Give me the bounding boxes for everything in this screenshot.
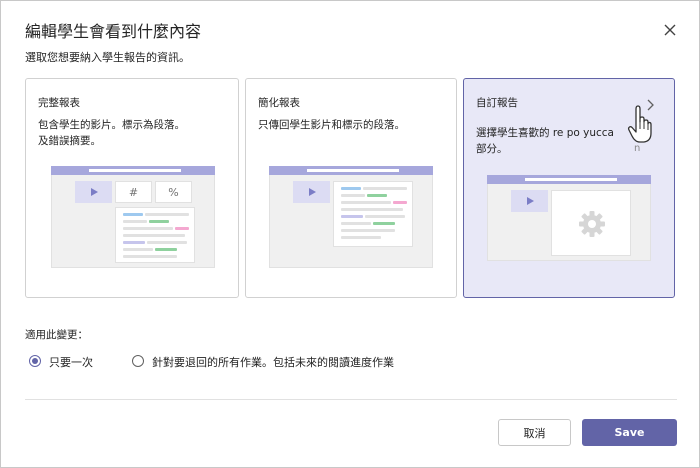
divider [25, 399, 677, 400]
play-icon [293, 181, 330, 203]
dialog: 編輯學生會看到什麼內容 選取您想要納入學生報告的資訊。 完整報表 包含學生的影片… [0, 0, 700, 468]
card-description: 只傳回學生影片和標示的段落。 [258, 119, 405, 131]
card-title: 自訂報告 [476, 97, 518, 109]
passage-box [333, 181, 413, 247]
video-thumbnail [75, 181, 112, 203]
percent-tile: % [155, 181, 192, 203]
card-description: 選擇學生喜歡的 re po yucca 部分。 [476, 127, 614, 155]
option-card-simplified-report[interactable]: 簡化報表 只傳回學生影片和標示的段落。 [245, 78, 457, 298]
card-title: 完整報表 [38, 97, 80, 109]
gear-icon [579, 211, 605, 237]
full-report-illustration: # % [51, 166, 215, 268]
settings-box [551, 190, 631, 256]
video-thumbnail [511, 190, 548, 212]
play-icon [511, 190, 548, 212]
option-card-custom-report[interactable]: 自訂報告 選擇學生喜歡的 re po yucca 部分。 n [463, 78, 675, 298]
custom-report-illustration [487, 175, 651, 261]
radio-only-once[interactable]: 只要一次 [29, 355, 129, 371]
hash-tile: # [115, 181, 152, 203]
radio-label: 只要一次 [49, 356, 93, 369]
radio-label: 針對要退回的所有作業。包括未來的閱讀進度作業 [152, 356, 394, 369]
cancel-button[interactable]: 取消 [498, 419, 571, 446]
simplified-report-illustration [269, 166, 433, 268]
save-button[interactable]: Save [582, 419, 677, 446]
video-thumbnail [293, 181, 330, 203]
dialog-subtitle: 選取您想要納入學生報告的資訊。 [25, 51, 190, 64]
card-description: 包含學生的影片。標示為段落。及錯誤摘要。 [38, 119, 185, 147]
apply-changes-label: 適用此變更： [25, 329, 88, 341]
dialog-title: 編輯學生會看到什麼內容 [25, 22, 202, 41]
radio-indicator[interactable] [29, 355, 41, 367]
card-title: 簡化報表 [258, 97, 300, 109]
radio-indicator[interactable] [132, 355, 144, 367]
play-icon [75, 181, 112, 203]
passage-box [115, 207, 195, 263]
option-card-full-report[interactable]: 完整報表 包含學生的影片。標示為段落。及錯誤摘要。 # % [25, 78, 239, 298]
radio-all-assignments[interactable]: 針對要退回的所有作業。包括未來的閱讀進度作業 [132, 355, 422, 371]
close-icon[interactable] [661, 21, 679, 39]
hand-cursor-icon [627, 105, 652, 143]
